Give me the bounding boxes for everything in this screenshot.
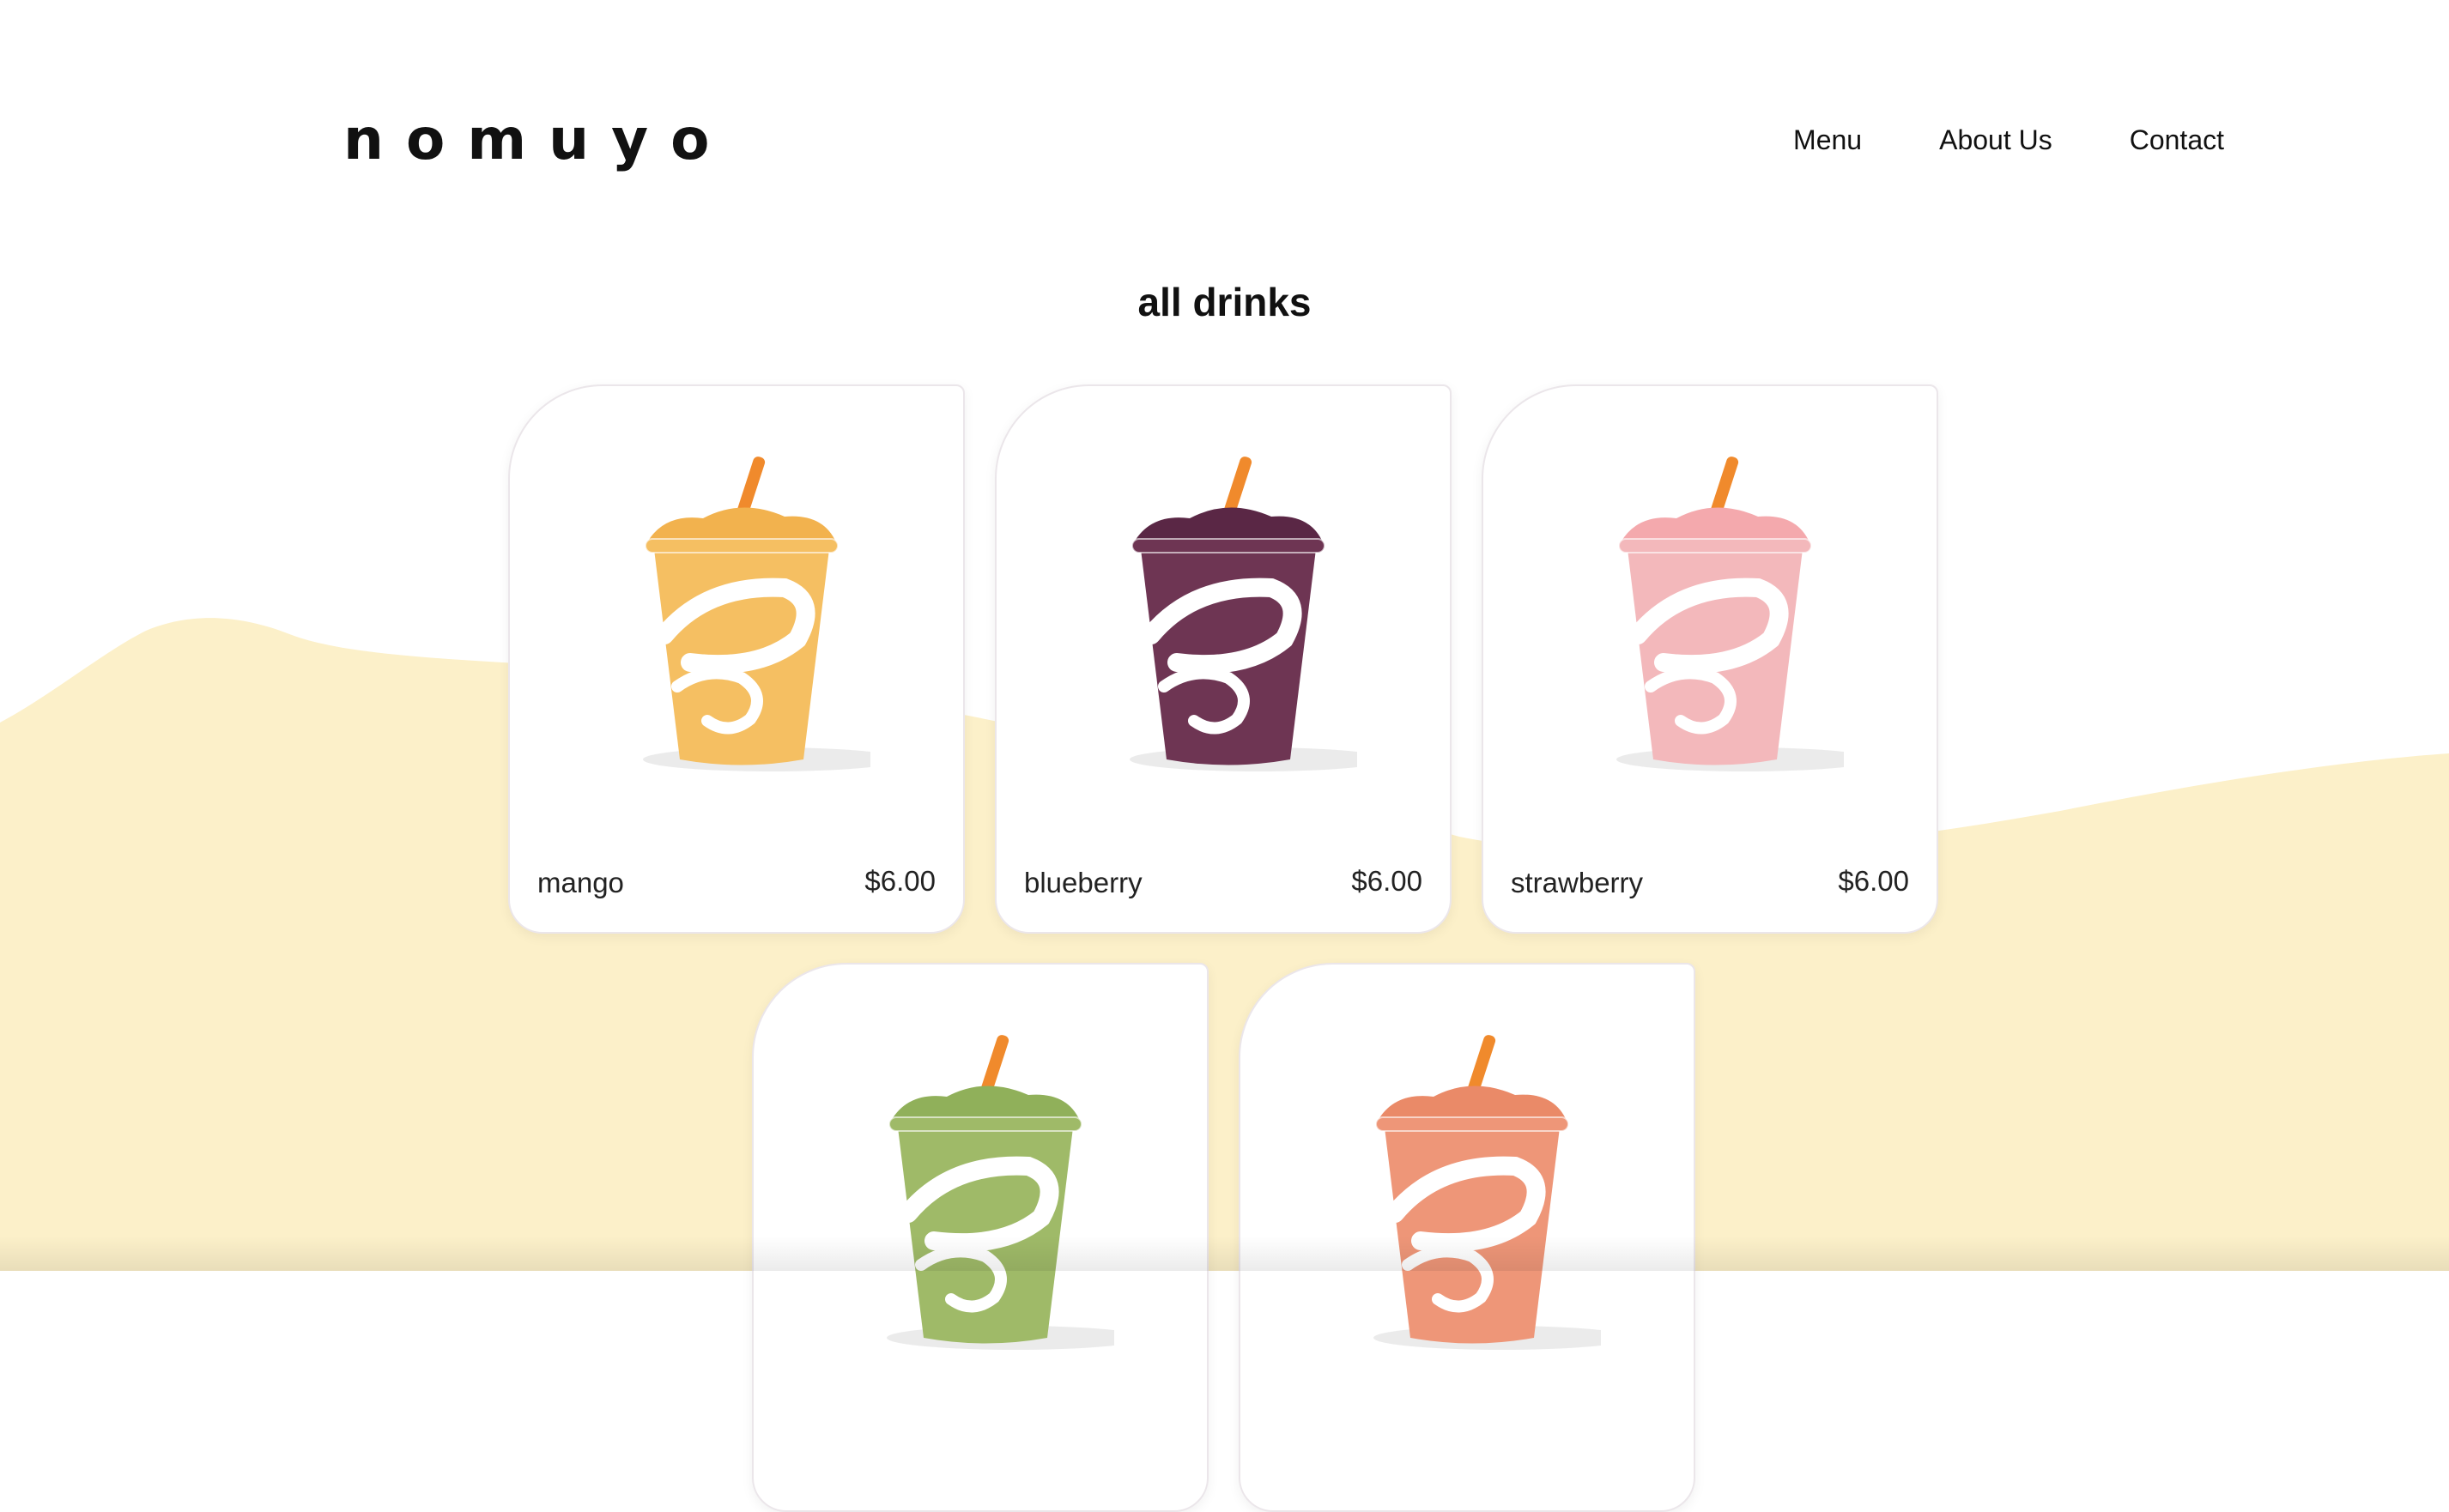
drink-price: $6.00 xyxy=(1351,865,1422,897)
drink-image xyxy=(1616,457,1844,771)
drink-image xyxy=(1130,457,1357,771)
drink-price: $6.00 xyxy=(864,865,936,897)
drink-card-blueberry[interactable]: blueberry $6.00 xyxy=(995,384,1452,934)
drink-card-green[interactable] xyxy=(752,963,1209,1512)
drink-image xyxy=(643,457,870,771)
drink-image xyxy=(887,1035,1114,1350)
drink-name: mango xyxy=(537,867,624,898)
drink-name: strawberry xyxy=(1511,867,1644,898)
drink-name: blueberry xyxy=(1024,867,1143,898)
drink-price: $6.00 xyxy=(1838,865,1909,897)
drinks-grid: mango $6.00 blueberry $6.00 strawberry $… xyxy=(0,0,2449,1512)
drink-card-peach[interactable] xyxy=(1239,963,1695,1512)
drink-card-strawberry[interactable]: strawberry $6.00 xyxy=(1482,384,1938,934)
drink-image xyxy=(1373,1035,1601,1350)
drink-card-mango[interactable]: mango $6.00 xyxy=(508,384,965,934)
